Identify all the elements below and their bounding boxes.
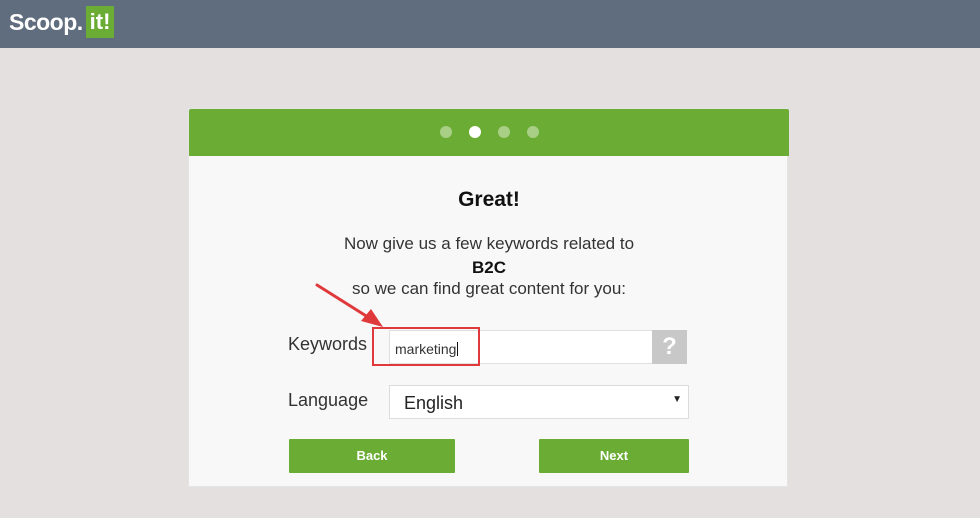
back-button[interactable]: Back bbox=[289, 439, 455, 473]
top-bar: Scoop. it! bbox=[0, 0, 980, 48]
card-header bbox=[189, 109, 789, 156]
step-dot-2-active bbox=[468, 126, 481, 138]
annotation-arrow-icon bbox=[315, 283, 383, 327]
step-indicator bbox=[189, 126, 789, 138]
keywords-label: Keywords bbox=[288, 334, 368, 354]
card-title: Great! bbox=[458, 188, 520, 211]
step-dot-4 bbox=[526, 126, 539, 138]
language-selected-value: English bbox=[404, 393, 464, 413]
help-icon[interactable]: ? bbox=[652, 330, 687, 364]
step-dot-3 bbox=[497, 126, 510, 138]
scoopit-logo[interactable]: Scoop. it! bbox=[9, 6, 115, 38]
message-line-3: so we can find great content for you: bbox=[351, 279, 627, 298]
chevron-down-icon: ▼ bbox=[672, 394, 682, 405]
topic-name: B2C bbox=[471, 258, 506, 277]
message-line-1: Now give us a few keywords related to bbox=[343, 234, 635, 253]
logo-scoop-text: Scoop. bbox=[9, 8, 83, 35]
step-dot-1 bbox=[439, 126, 452, 138]
logo-it-badge: it! bbox=[85, 6, 115, 38]
onboarding-card: Great! Now give us a few keywords relate… bbox=[188, 108, 789, 487]
language-select[interactable]: English ▼ bbox=[389, 385, 689, 419]
language-label: Language bbox=[288, 390, 369, 410]
next-button[interactable]: Next bbox=[539, 439, 689, 473]
